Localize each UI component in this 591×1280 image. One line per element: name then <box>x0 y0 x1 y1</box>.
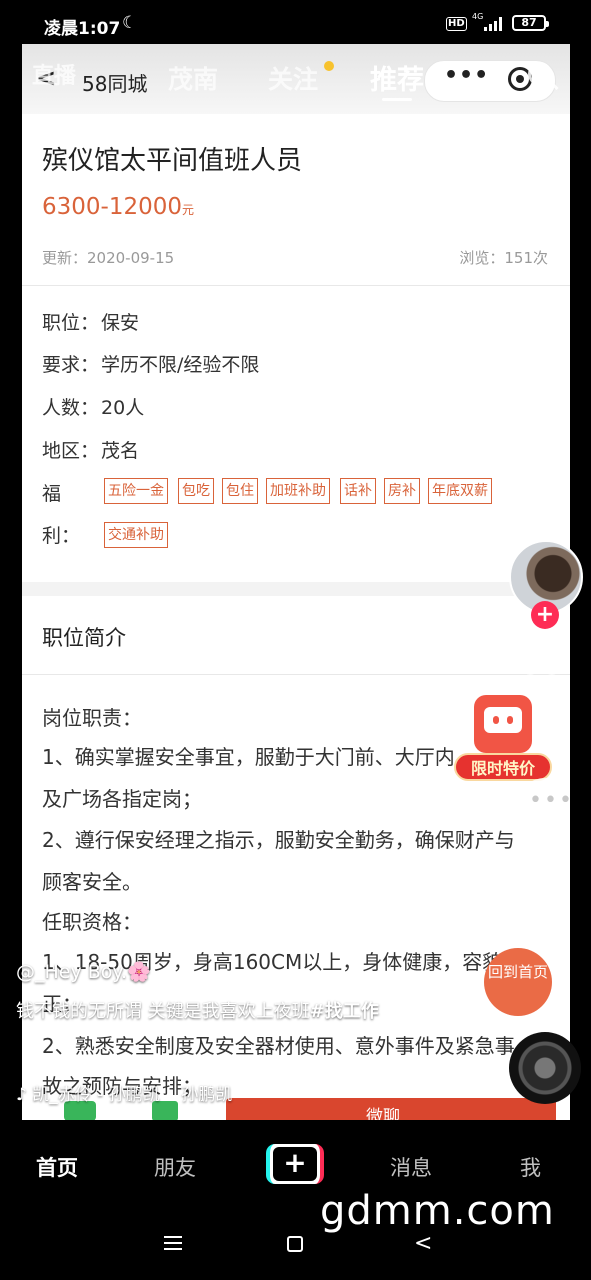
video-description: 钱不钱的无所谓 关键是我喜欢上夜班#找工作 <box>16 1001 379 1022</box>
benefit-tag: 包住 <box>222 478 258 504</box>
promo-badge[interactable]: 限时特价 <box>452 695 556 787</box>
benefit-tag: 交通补助 <box>104 522 168 548</box>
divider <box>22 285 570 286</box>
battery-icon: 87 <box>512 15 549 31</box>
watermark: gdmm.com <box>320 1188 555 1234</box>
music-note-icon: ♪ <box>496 1060 507 1079</box>
divider <box>22 674 570 675</box>
section-title: 职位简介 <box>42 626 126 650</box>
chat-button: 微聊 <box>226 1098 556 1120</box>
hd-badge: HD <box>446 17 467 31</box>
back-to-home-button[interactable]: 回到首页 <box>484 948 552 1016</box>
menu-icon[interactable] <box>164 1236 182 1250</box>
benefit-tag: 话补 <box>340 478 376 504</box>
description-line: 任职资格： <box>42 910 142 934</box>
detail-row-region: 地区： 茂名 <box>42 440 140 462</box>
video-content[interactable]: < 58同城 ••• 殡仪馆太平间值班人员 6300-12000元 更新：202… <box>22 44 570 1120</box>
network-type: 4G <box>472 12 484 21</box>
status-time: 凌晨1:07 <box>44 19 121 39</box>
author-username[interactable]: @_Hey Boy.🌸 <box>16 960 151 983</box>
follow-plus-button[interactable]: + <box>531 601 559 629</box>
comment-dots-icon: ••• <box>529 788 574 813</box>
job-updated: 更新：2020-09-15 <box>42 249 175 267</box>
detail-row-requirement: 要求： 学历不限/经验不限 <box>42 354 260 376</box>
post-more-icon: ••• <box>444 63 490 88</box>
music-title[interactable]: ♪ 凯_赤伶 - 孙鹏凯 孙鹏凯 <box>16 1080 232 1105</box>
description-line: 2、遵行保安经理之指示，服勤安全勤务，确保财产与 <box>42 828 515 852</box>
comment-count: 73 <box>534 837 556 856</box>
benefits-label-2: 利： <box>42 525 81 547</box>
benefit-tag: 包吃 <box>178 478 214 504</box>
job-salary: 6300-12000元 <box>42 194 195 220</box>
hashtag-link[interactable]: #找工作 <box>310 1001 379 1022</box>
benefits-label: 福 <box>42 483 62 505</box>
benefit-tag: 五险一金 <box>104 478 168 504</box>
nav-messages[interactable]: 消息 <box>390 1152 432 1182</box>
job-title: 殡仪馆太平间值班人员 <box>42 146 303 176</box>
benefit-tag: 房补 <box>384 478 420 504</box>
status-bar: 凌晨1:07 ☾ HD 4G 87 <box>0 0 591 48</box>
share-icon[interactable]: ➦ <box>520 886 560 942</box>
signal-icon <box>484 17 504 31</box>
nav-me[interactable]: 我 <box>520 1152 541 1182</box>
description-line: 1、确实掌握安全事宜，服勤于大门前、大厅内 <box>42 745 455 769</box>
back-icon[interactable]: < <box>414 1233 432 1255</box>
description-line: 顾客安全。 <box>42 870 142 894</box>
benefit-tag: 年底双薪 <box>428 478 492 504</box>
nav-friends[interactable]: 朋友 <box>154 1152 196 1182</box>
tab-recommend[interactable]: 推荐 <box>370 58 424 97</box>
moon-icon: ☾ <box>122 13 138 33</box>
description-line: 及广场各指定岗； <box>42 787 202 811</box>
detail-row-position: 职位： 保安 <box>42 312 140 334</box>
post-site-name: 58同城 <box>82 72 148 96</box>
music-disc-icon[interactable] <box>509 1032 581 1104</box>
tab-city[interactable]: 茂南 <box>168 60 218 96</box>
new-dot-badge <box>324 61 334 71</box>
promo-face-icon <box>484 707 522 733</box>
active-tab-indicator <box>382 98 412 101</box>
description-line: 岗位职责： <box>42 706 142 730</box>
nav-home[interactable]: 首页 <box>36 1152 78 1182</box>
tab-follow[interactable]: 关注 <box>268 60 318 96</box>
section-gap <box>22 582 570 596</box>
tab-live[interactable]: 直播 <box>32 58 76 90</box>
create-button[interactable]: + <box>266 1144 324 1184</box>
benefit-tag: 加班补助 <box>266 478 330 504</box>
promo-label: 限时特价 <box>454 753 552 781</box>
detail-row-count: 人数： 20人 <box>42 397 145 419</box>
job-views: 浏览：151次 <box>459 249 548 267</box>
description-line: 2、熟悉安全制度及安全器材使用、意外事件及紧急事 <box>42 1034 515 1058</box>
home-icon[interactable] <box>287 1236 303 1252</box>
